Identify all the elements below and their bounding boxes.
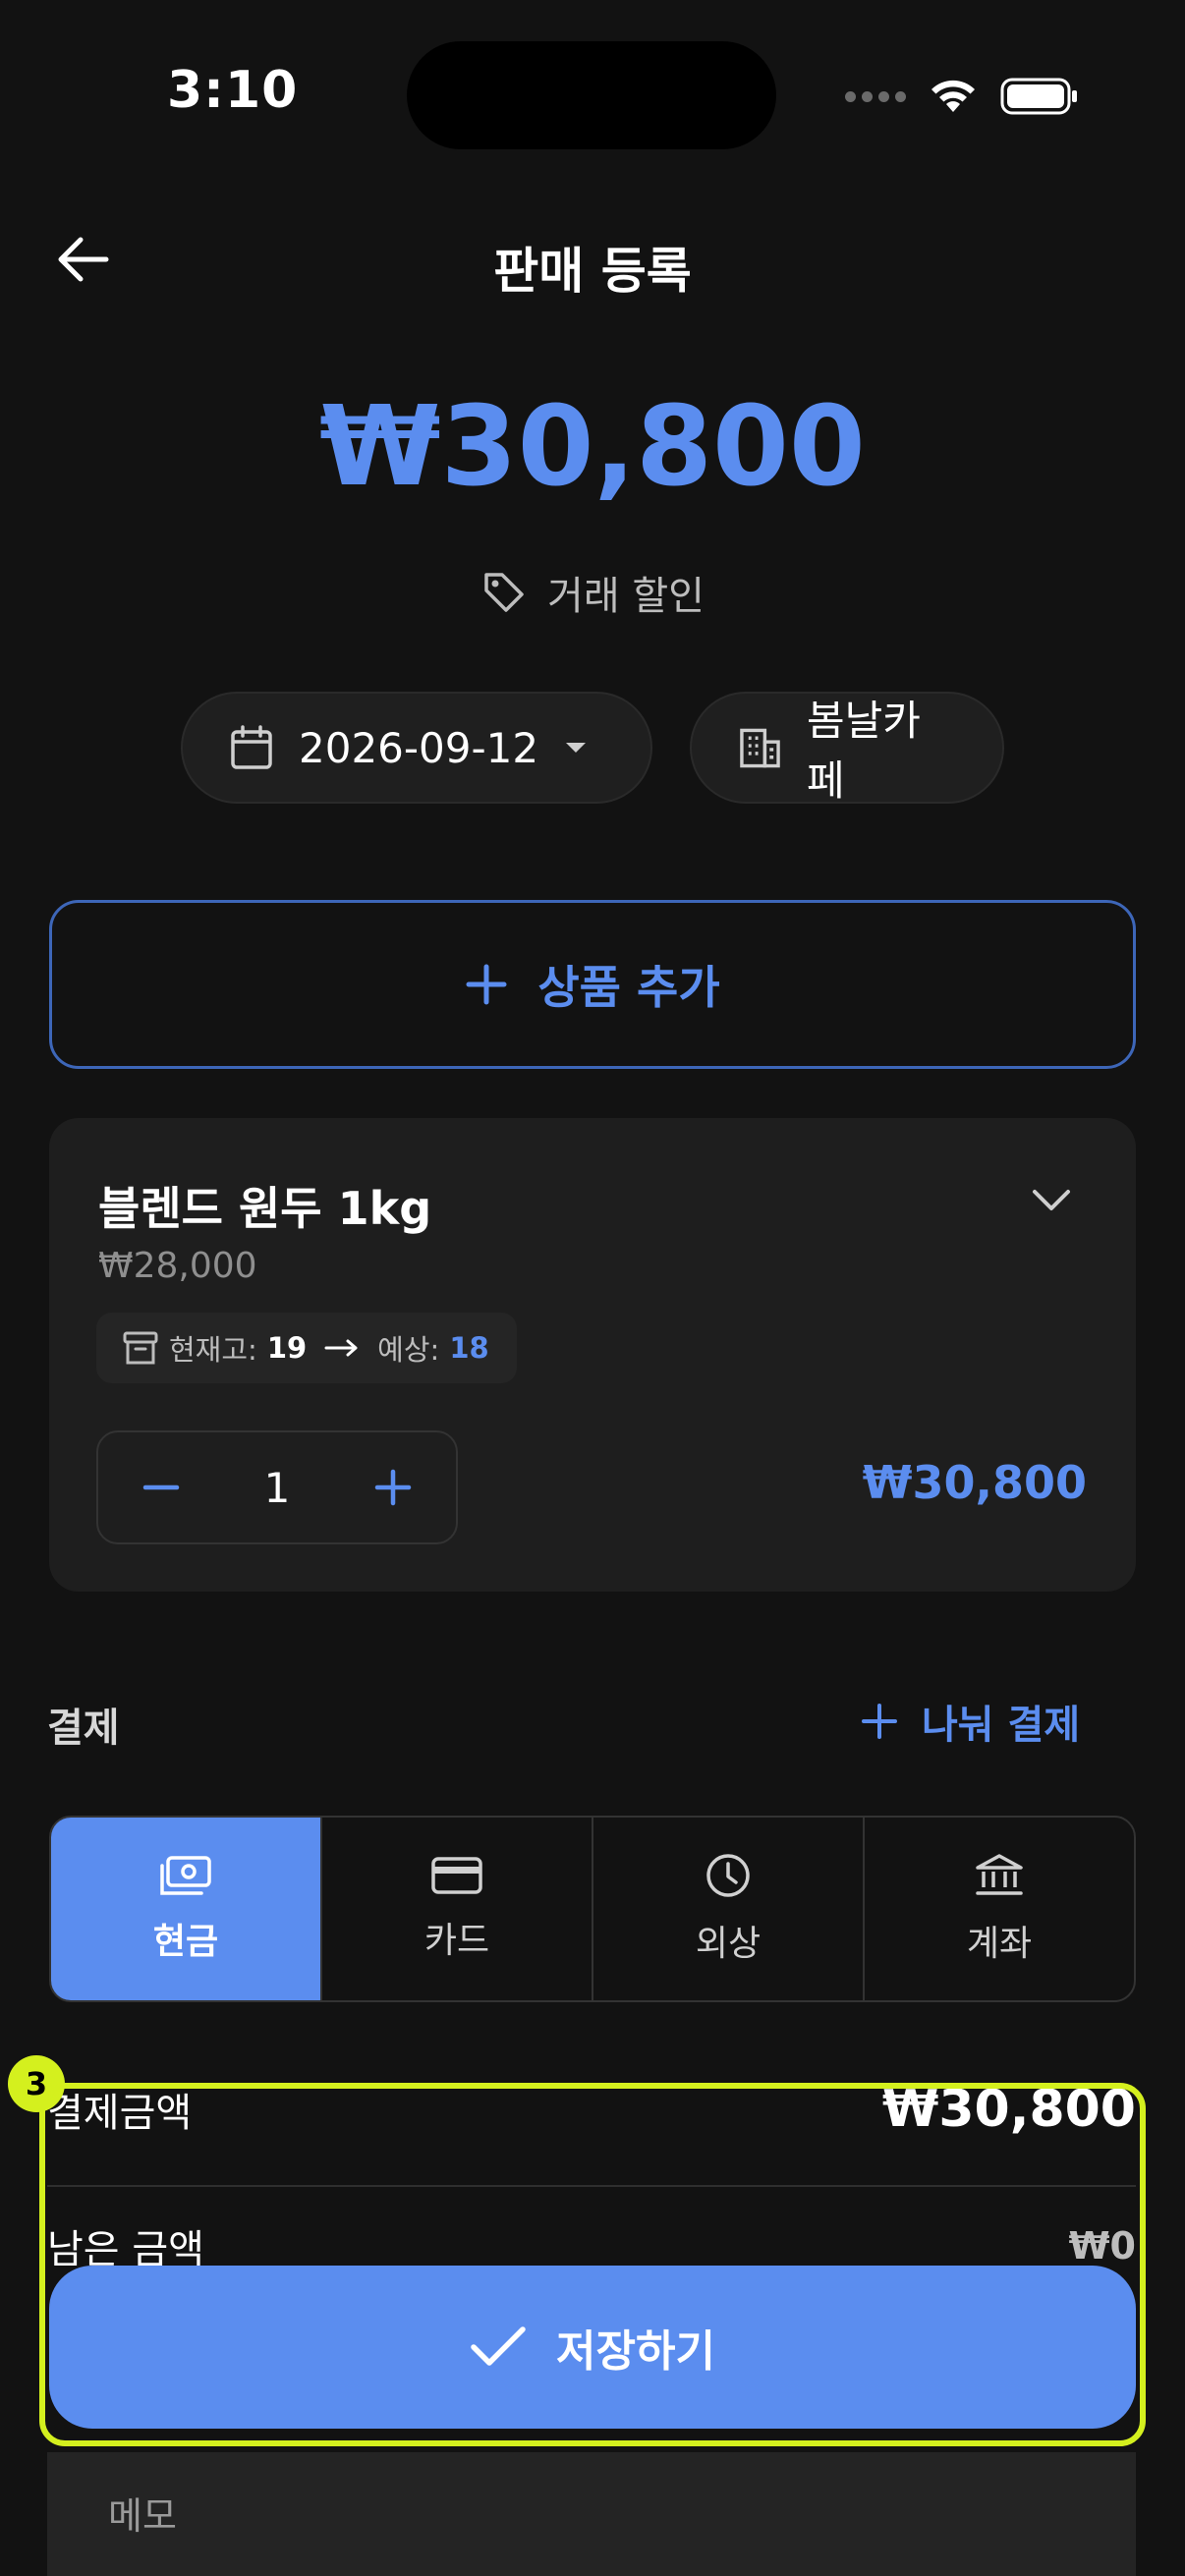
payment-tab-cash[interactable]: 현금: [51, 1818, 322, 2000]
stock-value: 19: [266, 1331, 308, 1365]
cash-icon: [160, 1856, 211, 1895]
payment-tab-credit[interactable]: 외상: [593, 1818, 865, 2000]
stock-info: 현재고: 19 예상: 18: [96, 1313, 517, 1383]
store-name: 봄날카페: [806, 697, 921, 805]
caret-down-icon: [566, 743, 587, 753]
discount-label: 거래 할인: [547, 574, 705, 619]
split-payment-button[interactable]: 나눠 결제: [861, 1692, 1080, 1751]
line-total: ₩30,800: [862, 1456, 1087, 1509]
annotation-badge: 3: [8, 2055, 65, 2112]
save-button[interactable]: 저장하기: [49, 2266, 1136, 2429]
date-value: 2026-09-12: [299, 723, 539, 772]
page-title: 판매 등록: [493, 243, 692, 300]
payment-tab-label: 카드: [423, 1921, 490, 1961]
payment-amount-row: 결제금액 ₩30,800: [47, 2075, 1136, 2144]
product-card: 블렌드 원두 1kg ₩28,000 현재고: 19 예상: 18 1 ₩30,…: [49, 1118, 1136, 1592]
dynamic-island: [407, 41, 776, 149]
expected-label: 예상:: [377, 1333, 440, 1367]
quantity-stepper: 1: [96, 1430, 458, 1544]
memo-label: 메모: [108, 2494, 177, 2538]
date-picker-chip[interactable]: 2026-09-12: [181, 692, 652, 804]
payment-tab-card[interactable]: 카드: [322, 1818, 593, 2000]
increase-quantity-button[interactable]: [369, 1464, 417, 1511]
chevron-down-icon: [1033, 1190, 1070, 1210]
quantity-value: 1: [263, 1463, 291, 1512]
status-time: 3:10: [167, 61, 299, 120]
summary-divider: [47, 2185, 1136, 2187]
product-expand-button[interactable]: [1022, 1171, 1081, 1230]
memo-field[interactable]: 메모: [47, 2452, 1136, 2576]
sales-register-screen: 3:10 판매 등록 ₩30,800 거래 할인 2026-09-12 봄날카페…: [0, 0, 1185, 2576]
payment-tab-label: 계좌: [966, 1924, 1033, 1964]
discount-button[interactable]: 거래 할인: [0, 564, 1185, 621]
add-product-button[interactable]: 상품 추가: [49, 900, 1136, 1069]
wifi-icon: [931, 80, 975, 112]
save-label: 저장하기: [556, 2326, 715, 2377]
check-icon: [471, 2326, 526, 2366]
plus-icon: [862, 1704, 897, 1739]
add-product-label: 상품 추가: [537, 961, 720, 1014]
archive-icon: [123, 1331, 158, 1365]
product-name: 블렌드 원두 1kg: [98, 1182, 432, 1235]
store-chip[interactable]: 봄날카페: [690, 692, 1004, 805]
expected-value: 18: [449, 1331, 489, 1365]
arrow-right-icon: [324, 1339, 358, 1357]
calendar-icon: [231, 725, 272, 769]
payment-tab-label: 외상: [695, 1924, 762, 1964]
product-price: ₩28,000: [98, 1246, 257, 1286]
decrease-quantity-button[interactable]: [138, 1464, 185, 1511]
tag-icon: [484, 573, 524, 612]
total-amount: ₩30,800: [319, 383, 866, 511]
bank-icon: [976, 1854, 1023, 1895]
battery-icon: [1000, 78, 1077, 115]
status-icons: [845, 69, 1079, 124]
payment-tab-account[interactable]: 계좌: [865, 1818, 1134, 2000]
payment-tab-label: 현금: [152, 1922, 219, 1962]
clock-icon: [706, 1854, 750, 1897]
plus-icon: [466, 964, 507, 1005]
split-payment-label: 나눠 결제: [922, 1703, 1081, 1748]
minus-icon: [142, 1484, 180, 1490]
building-icon: [740, 728, 780, 768]
cellular-signal-icon: [845, 90, 906, 102]
plus-icon: [374, 1469, 412, 1506]
payment-amount-label: 결제금액: [47, 2091, 193, 2136]
payment-amount-value: ₩30,800: [881, 2080, 1136, 2139]
stock-label: 현재고:: [169, 1333, 257, 1367]
payment-method-selector: 현금 카드 외상 계좌: [49, 1816, 1136, 2002]
payment-section-label: 결제: [47, 1706, 120, 1751]
remaining-amount-value: ₩0: [1068, 2224, 1136, 2268]
card-icon: [431, 1857, 482, 1894]
